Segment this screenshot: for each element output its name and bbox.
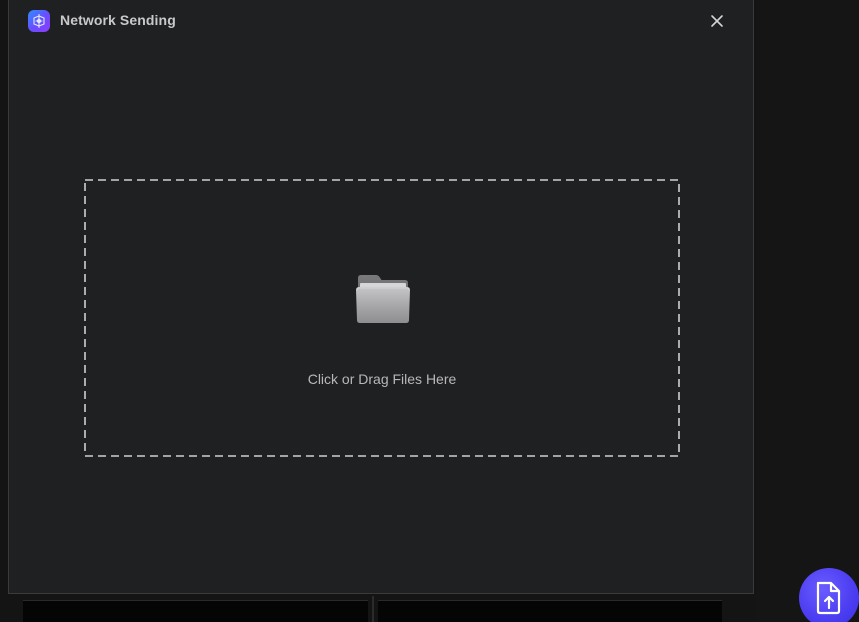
background-app-area xyxy=(756,0,859,622)
file-dropzone[interactable]: Click or Drag Files Here xyxy=(84,179,680,457)
network-sending-app-icon xyxy=(28,10,50,32)
background-panel-right xyxy=(378,600,722,622)
file-upload-icon xyxy=(816,581,841,615)
close-button[interactable] xyxy=(706,10,728,32)
network-sending-dialog: Network Sending Click or Drag Files Here xyxy=(8,0,754,594)
dropzone-label: Click or Drag Files Here xyxy=(307,371,457,387)
dialog-title: Network Sending xyxy=(60,12,176,28)
app-window: Network Sending Click or Drag Files Here xyxy=(0,0,859,622)
background-panel-left xyxy=(23,600,368,622)
folder-icon xyxy=(356,275,410,323)
background-divider xyxy=(372,596,374,622)
close-icon xyxy=(711,15,723,27)
file-upload-button[interactable] xyxy=(799,568,859,622)
